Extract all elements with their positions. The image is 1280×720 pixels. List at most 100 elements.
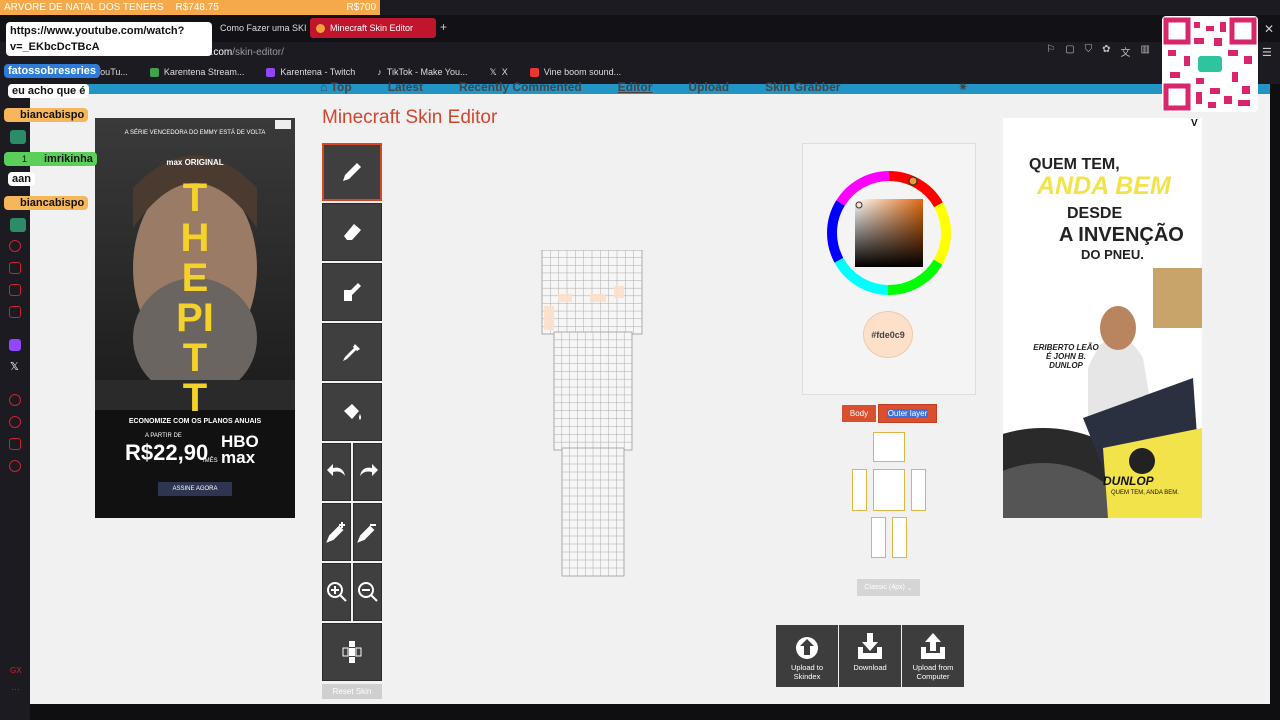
hue-handle[interactable]	[908, 176, 918, 186]
fill-tool-button[interactable]	[322, 383, 382, 441]
head-part-toggle[interactable]	[873, 432, 905, 462]
nav-editor[interactable]: Editor	[618, 80, 653, 94]
model-head[interactable]	[541, 250, 643, 335]
redo-button[interactable]	[353, 443, 382, 501]
pencil-tool-button[interactable]	[322, 143, 382, 201]
current-color-swatch[interactable]: #fde0c9	[863, 311, 913, 358]
sidebar-app-icon[interactable]	[9, 240, 21, 252]
sidebar-clock-icon[interactable]	[9, 416, 21, 428]
nav-latest[interactable]: Latest	[388, 80, 423, 94]
ad-kicker: A SÉRIE VENCEDORA DO EMMY ESTÁ DE VOLTA	[124, 130, 266, 136]
zoom-out-button[interactable]	[353, 563, 382, 621]
upload-from-computer-button[interactable]: Upload from Computer	[902, 625, 964, 687]
bookmark-vine-boom[interactable]: Vine boom sound...	[529, 67, 621, 77]
bookmark-label: Karentena - Twitch	[280, 67, 356, 77]
upload-to-skindex-button[interactable]: Upload to Skindex	[776, 625, 838, 687]
qr-code	[1162, 16, 1258, 112]
fill-icon	[344, 404, 361, 420]
sidebar-gx-icon[interactable]: GX	[10, 666, 22, 675]
ad-line: ANDA BEM	[1037, 172, 1171, 200]
color-handle[interactable]	[855, 201, 863, 209]
undo-button[interactable]	[322, 443, 351, 501]
close-window-icon[interactable]: ✕	[1264, 22, 1274, 36]
eraser-tool-button[interactable]	[322, 203, 382, 261]
painted-pixel	[614, 286, 624, 298]
sidebar-app-icon[interactable]	[9, 306, 21, 318]
bookmark-tiktok[interactable]: ♪ TikTok - Make You...	[377, 67, 467, 77]
skin-3d-model[interactable]	[540, 250, 646, 580]
zoom-in-button[interactable]	[322, 563, 351, 621]
nav-label: Top	[330, 80, 352, 94]
bookmark-karentena-twitch[interactable]: Karentena - Twitch	[266, 67, 355, 77]
darken-button[interactable]	[353, 503, 382, 561]
lighten-button[interactable]	[322, 503, 351, 561]
ad-slogan: QUEM TEM, ANDA BEM.	[1111, 490, 1179, 496]
painted-pixel	[544, 306, 554, 330]
download-button[interactable]: Download	[839, 625, 901, 687]
twitch-icon[interactable]	[9, 339, 21, 351]
address-bar[interactable]: ns.com/skin-editor/	[200, 42, 1080, 62]
bookmark-favicon-icon	[529, 67, 539, 77]
bookmark-favicon-icon	[266, 67, 276, 77]
bookmark-x[interactable]: 𝕏X	[489, 67, 507, 78]
ad-cta-button[interactable]: ASSINE AGORA	[158, 482, 232, 496]
outer-layer-button[interactable]: Outer layer	[878, 404, 937, 423]
ad-choices-icon[interactable]	[275, 120, 291, 129]
translate-icon[interactable]: 文	[1121, 44, 1131, 59]
advertisement-dunlop[interactable]: QUEM TEM, ANDA BEM DESDE A INVENÇÃO DO P…	[1003, 118, 1202, 518]
action-label: Computer	[916, 672, 950, 681]
bookmark-karentena-stream[interactable]: Karentena Stream...	[149, 67, 245, 77]
model-type-value: Classic (4px)	[864, 584, 905, 591]
reset-skin-button[interactable]: Reset Skin	[322, 684, 382, 699]
body-layer-button[interactable]: Body	[842, 405, 876, 422]
sidebar-puzzle-icon[interactable]	[9, 438, 21, 450]
right-leg-part-toggle[interactable]	[871, 517, 886, 558]
model-legs[interactable]	[561, 447, 625, 577]
ad-brand: max ORIGINAL	[166, 158, 224, 167]
nav-recently-commented[interactable]: Recently Commented	[459, 80, 582, 94]
nav-upload[interactable]: Upload	[688, 80, 729, 94]
more-icon[interactable]: ···	[11, 684, 20, 694]
download-icon	[858, 633, 882, 659]
bookmark-label: Karentena Stream...	[163, 67, 245, 77]
bookmark-icon[interactable]: ⚐	[1046, 44, 1055, 59]
color-wheel[interactable]	[824, 168, 954, 298]
new-tab-button[interactable]: +	[440, 20, 447, 34]
left-leg-part-toggle[interactable]	[892, 517, 907, 558]
darken-icon	[356, 524, 376, 543]
upload-icon	[921, 633, 945, 659]
sidebar-play-icon[interactable]	[9, 394, 21, 406]
right-arm-part-toggle[interactable]	[852, 469, 867, 511]
nav-top[interactable]: ⌂ Top	[320, 80, 352, 94]
left-arm-part-toggle[interactable]	[911, 469, 926, 511]
sun-icon[interactable]: ✷	[958, 80, 968, 94]
sidebar-icon[interactable]: ▥	[1141, 44, 1150, 59]
action-label: Skindex	[793, 672, 821, 681]
ad-close-icon[interactable]: V	[1191, 118, 1198, 129]
painted-pixel	[558, 294, 572, 302]
screenshot-icon[interactable]: ▢	[1065, 44, 1074, 59]
pencil-icon	[343, 163, 361, 181]
eyedropper-tool-button[interactable]	[322, 323, 382, 381]
tab-skin-tutorial[interactable]: Como Fazer uma SKIN	[214, 18, 306, 38]
nav-skin-grabber[interactable]: Skin Grabber	[765, 80, 840, 94]
advertisement-hbo[interactable]: A SÉRIE VENCEDORA DO EMMY ESTÁ DE VOLTA …	[95, 118, 295, 518]
action-label: Upload from	[912, 663, 954, 672]
shield-icon[interactable]: ⛉	[1085, 44, 1093, 59]
bookmark-label: TikTok - Make You...	[386, 67, 468, 77]
goal-current: R$748.75	[175, 2, 219, 13]
sidebar-app-icon[interactable]	[9, 262, 21, 274]
model-torso[interactable]	[553, 331, 633, 451]
sidebar-app-icon[interactable]	[9, 284, 21, 296]
model-type-select[interactable]: Classic (4px) ⌄	[857, 579, 920, 596]
x-logo-icon[interactable]: 𝕏	[10, 360, 19, 373]
extension-icon[interactable]: ✿	[1102, 44, 1110, 59]
tab-skin-editor[interactable]: Minecraft Skin Editor	[310, 18, 436, 38]
paint-bucket-tool-button[interactable]	[322, 263, 382, 321]
body-toggle-button[interactable]	[322, 623, 382, 681]
sidebar-settings-icon[interactable]	[9, 460, 21, 472]
menu-icon[interactable]: ☰	[1262, 46, 1272, 59]
ad-show-title: THE PITT	[176, 176, 214, 420]
torso-part-toggle[interactable]	[873, 469, 905, 511]
tab-label: Como Fazer uma SKIN	[220, 23, 306, 33]
